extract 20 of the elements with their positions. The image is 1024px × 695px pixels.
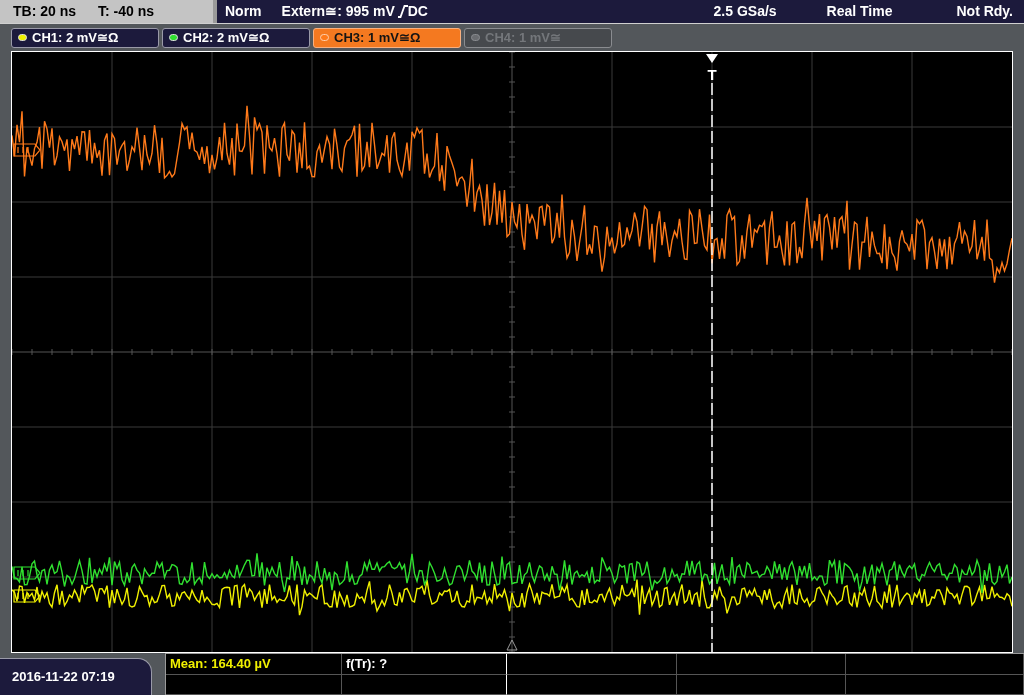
trigger-source-readout: Extern≅: 995 mV — [281, 2, 395, 21]
channel-marker-icon[interactable] — [13, 566, 41, 580]
timebase-readout: TB: 20 ns — [13, 2, 76, 21]
acquisition-mode-label: Real Time — [826, 2, 893, 21]
trigger-position-icon[interactable] — [706, 54, 718, 63]
channel-tab[interactable]: CH1: 2 mV≅Ω — [11, 27, 159, 48]
date-time-display: 2016-11-22 07:19 — [0, 658, 152, 695]
sample-rate-readout: 2.5 GSa/s — [713, 2, 777, 21]
trigger-label: T — [707, 66, 717, 83]
channel-tab[interactable]: CH3: 1 mV≅Ω — [313, 27, 461, 48]
trigger-time-readout: T: -40 ns — [98, 2, 155, 21]
measurement-readout: f(Tr): ? — [346, 655, 388, 673]
channel-tab[interactable]: CH2: 2 mV≅Ω — [162, 27, 310, 48]
trigger-mode-label: Norm — [225, 2, 262, 21]
acquisition-status-label: Not Rdy. — [956, 2, 1013, 21]
trigger-coupling-label: DC — [407, 2, 428, 21]
measurement-readout: Mean: 164.40 µV — [170, 655, 271, 673]
horizontal-position-icon[interactable] — [506, 639, 518, 651]
channel-marker-icon[interactable] — [13, 143, 41, 157]
rising-edge-icon — [397, 5, 408, 18]
